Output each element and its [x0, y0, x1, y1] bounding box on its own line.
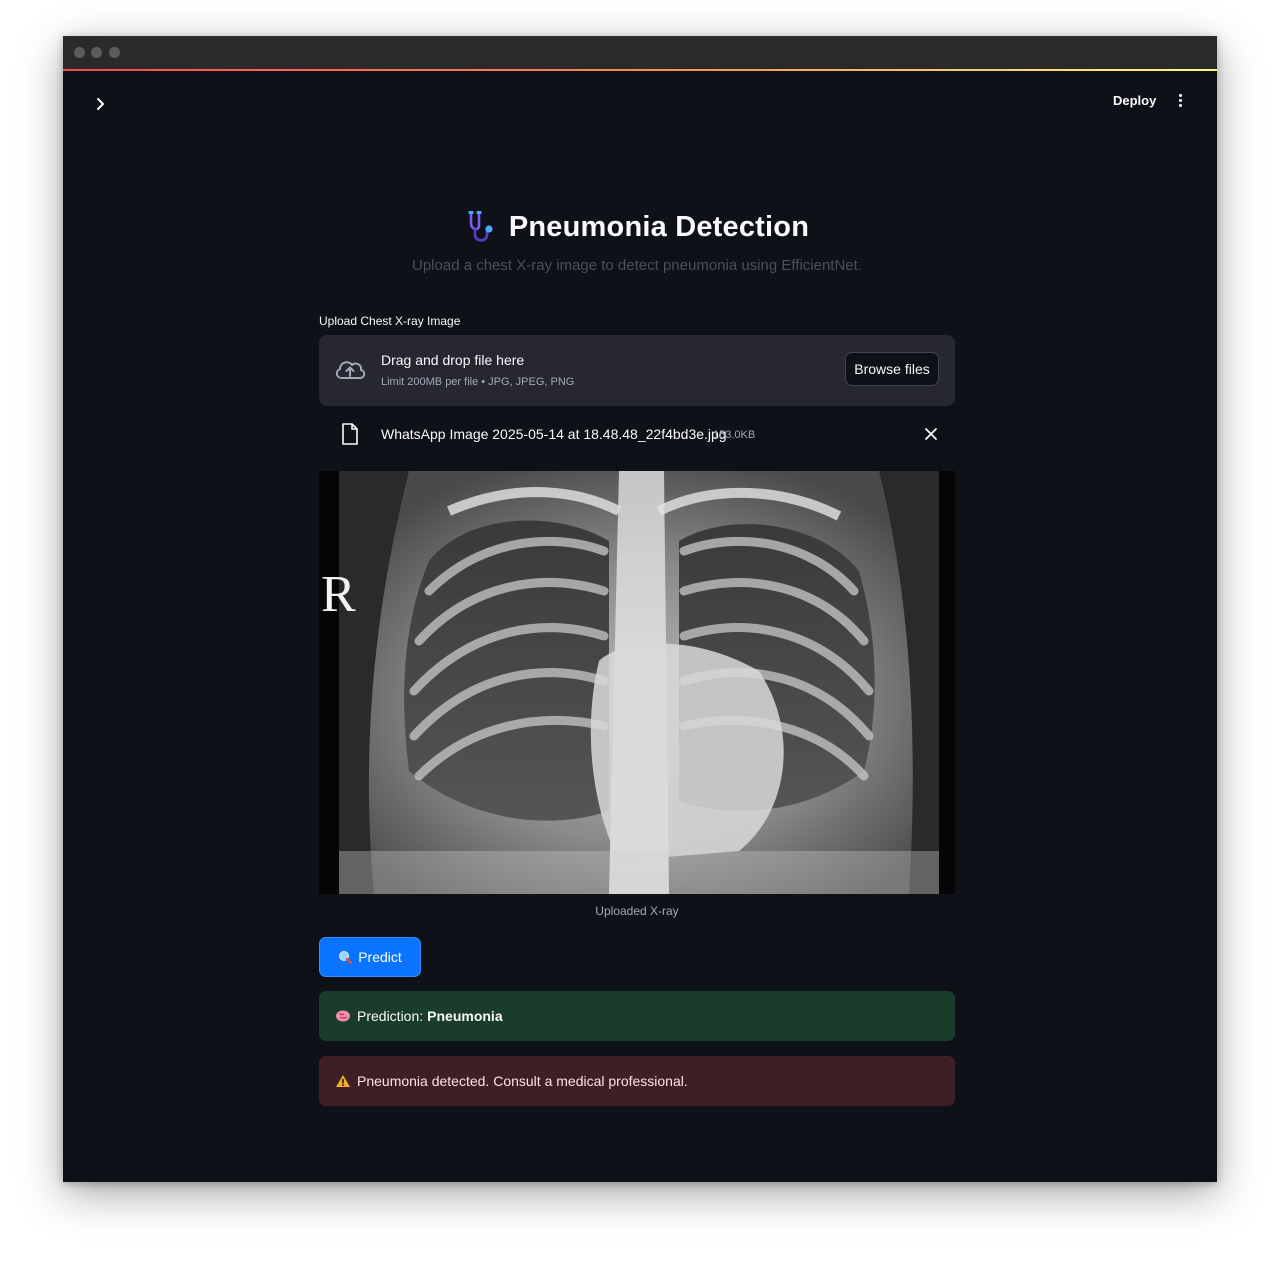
predict-button-label: Predict — [358, 949, 402, 965]
prediction-value: Pneumonia — [427, 1008, 503, 1024]
xray-image: R — [319, 471, 955, 894]
title-row: Pneumonia Detection — [319, 207, 955, 247]
uploaded-file-row: WhatsApp Image 2025-05-14 at 18.48.48_22… — [319, 421, 955, 449]
app-window: Deploy Pneumonia Detection Upload a ches… — [63, 36, 1217, 1182]
prediction-result: Prediction: Pneumonia — [319, 991, 955, 1041]
page-subtitle: Upload a chest X-ray image to detect pne… — [412, 257, 862, 274]
image-caption: Uploaded X-ray — [595, 904, 679, 918]
minimize-window-dot[interactable] — [91, 47, 102, 58]
warning-message: Pneumonia detected. Consult a medical pr… — [319, 1056, 955, 1106]
file-dropzone[interactable]: Drag and drop file here Limit 200MB per … — [319, 335, 955, 406]
page-title: Pneumonia Detection — [508, 210, 810, 243]
prediction-prefix: Prediction: — [357, 1008, 424, 1024]
warning-icon — [336, 1075, 350, 1087]
window-titlebar — [63, 36, 1217, 69]
cloud-upload-icon — [335, 361, 366, 379]
maximize-window-dot[interactable] — [109, 47, 120, 58]
warning-text: Pneumonia detected. Consult a medical pr… — [357, 1073, 688, 1089]
dropzone-title: Drag and drop file here — [381, 352, 525, 368]
header-decoration-line — [63, 69, 1217, 71]
stethoscope-icon — [468, 211, 493, 242]
main-menu-icon[interactable] — [1175, 94, 1185, 110]
xray-marker-label: R — [321, 566, 356, 623]
file-icon — [342, 423, 358, 445]
chevron-right-icon[interactable] — [93, 96, 109, 112]
dropzone-limit: Limit 200MB per file • JPG, JPEG, PNG — [381, 376, 575, 388]
brain-icon — [336, 1010, 350, 1022]
uploader-label: Upload Chest X-ray Image — [319, 314, 461, 328]
close-icon[interactable] — [923, 426, 939, 442]
magnifier-icon — [339, 951, 353, 964]
uploaded-file-size: 153.0KB — [713, 429, 756, 441]
uploaded-file-name: WhatsApp Image 2025-05-14 at 18.48.48_22… — [381, 426, 727, 442]
deploy-button[interactable]: Deploy — [1113, 93, 1156, 108]
predict-button[interactable]: Predict — [319, 937, 421, 977]
browse-files-button[interactable]: Browse files — [845, 352, 939, 386]
close-window-dot[interactable] — [74, 47, 85, 58]
